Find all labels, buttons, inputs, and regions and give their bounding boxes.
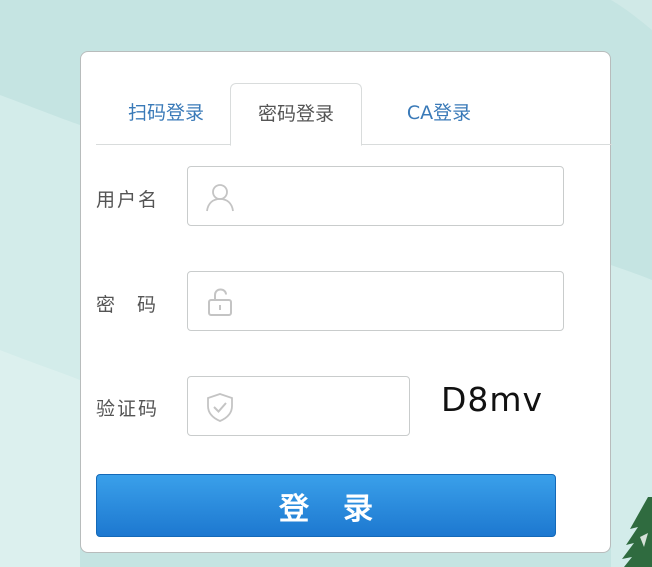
login-button[interactable]: 登录 [96,474,556,537]
captcha-image[interactable]: D8mv [441,379,551,421]
tree-decoration [622,497,652,567]
shield-check-icon [207,393,233,422]
captcha-input[interactable] [246,377,399,435]
tab-password-login[interactable]: 密码登录 [230,83,362,146]
password-label: 密码 [96,294,179,316]
login-tabs: 扫码登录 密码登录 CA登录 [96,83,612,146]
captcha-field[interactable] [187,376,410,436]
captcha-label: 验证码 [96,398,160,420]
tab-ca-login[interactable]: CA登录 [379,83,499,145]
unlock-icon [208,288,232,316]
username-field[interactable] [187,166,564,226]
tab-qr-login[interactable]: 扫码登录 [114,83,218,145]
password-input[interactable] [246,272,553,330]
password-field[interactable] [187,271,564,331]
username-label: 用户名 [96,189,160,211]
login-card: 扫码登录 密码登录 CA登录 用户名 密码 验证码 D8mv 登录 [80,51,612,553]
username-input[interactable] [246,167,553,225]
user-icon [206,184,234,212]
